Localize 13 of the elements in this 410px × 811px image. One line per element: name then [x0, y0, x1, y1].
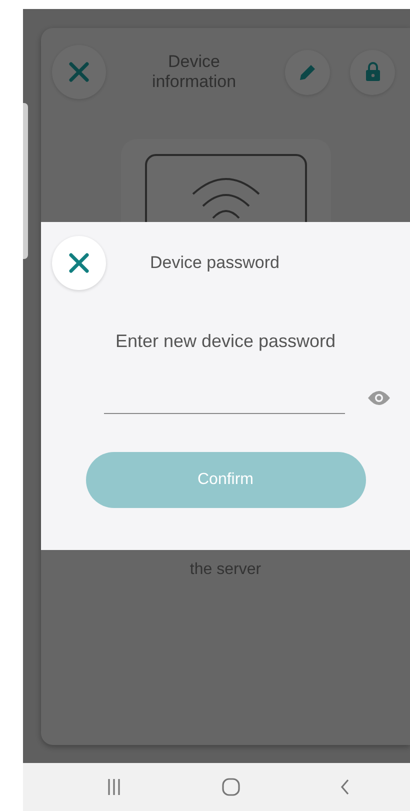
- back-icon[interactable]: [340, 779, 350, 795]
- dialog-title: Device password: [150, 253, 280, 273]
- lock-icon: [364, 62, 380, 82]
- close-button[interactable]: [52, 236, 106, 290]
- prompt-text: Enter new device password: [115, 331, 336, 352]
- lock-button[interactable]: [350, 50, 395, 94]
- close-icon: [68, 252, 90, 274]
- recent-apps-icon[interactable]: [107, 778, 121, 796]
- eye-icon[interactable]: [366, 390, 390, 406]
- close-icon: [68, 61, 90, 83]
- edit-button[interactable]: [285, 50, 330, 94]
- home-icon[interactable]: [222, 778, 240, 796]
- pencil-icon: [298, 62, 318, 82]
